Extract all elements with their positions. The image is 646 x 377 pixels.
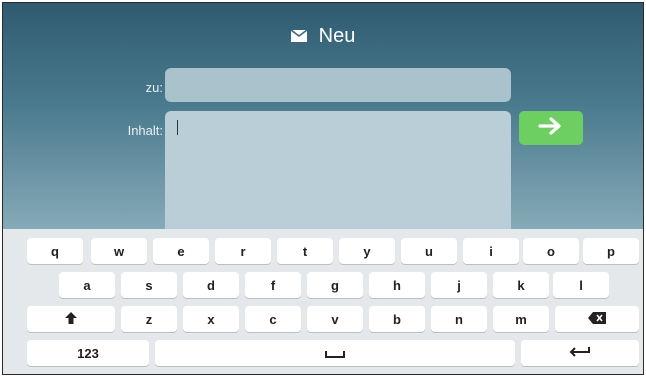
text-caret <box>177 120 178 135</box>
key-u[interactable]: u <box>401 238 457 264</box>
key-r[interactable]: r <box>215 238 271 264</box>
key-c[interactable]: c <box>245 306 301 332</box>
enter-icon <box>569 346 591 361</box>
send-button[interactable] <box>519 111 583 145</box>
backspace-key[interactable] <box>555 306 639 332</box>
key-h[interactable]: h <box>369 272 425 298</box>
envelope-icon <box>290 25 308 48</box>
page-title: Neu <box>3 25 643 48</box>
key-v[interactable]: v <box>307 306 363 332</box>
key-e[interactable]: e <box>153 238 209 264</box>
to-field[interactable] <box>165 68 511 102</box>
key-d[interactable]: d <box>183 272 239 298</box>
key-o[interactable]: o <box>523 238 579 264</box>
key-g[interactable]: g <box>307 272 363 298</box>
key-z[interactable]: z <box>121 306 177 332</box>
numbers-key[interactable]: 123 <box>27 340 149 366</box>
enter-key[interactable] <box>521 340 639 366</box>
key-s[interactable]: s <box>121 272 177 298</box>
key-x[interactable]: x <box>183 306 239 332</box>
key-k[interactable]: k <box>493 272 549 298</box>
key-l[interactable]: l <box>553 272 609 298</box>
key-p[interactable]: p <box>583 238 639 264</box>
space-icon <box>325 346 345 361</box>
key-b[interactable]: b <box>369 306 425 332</box>
onscreen-keyboard: q w e r t y u i o p a s d f g h j k l z … <box>3 229 643 374</box>
key-j[interactable]: j <box>431 272 487 298</box>
key-n[interactable]: n <box>431 306 487 332</box>
key-w[interactable]: w <box>91 238 147 264</box>
content-label: Inhalt: <box>127 123 163 138</box>
shift-icon <box>65 311 77 327</box>
device-frame: Neu zu: Inhalt: q w e r t y u i o p a s … <box>2 2 644 375</box>
key-f[interactable]: f <box>245 272 301 298</box>
compose-screen: Neu zu: Inhalt: <box>3 3 643 241</box>
shift-key[interactable] <box>27 306 115 332</box>
to-label: zu: <box>145 80 163 95</box>
space-key[interactable] <box>155 340 515 366</box>
key-i[interactable]: i <box>463 238 519 264</box>
key-m[interactable]: m <box>493 306 549 332</box>
content-field[interactable] <box>165 111 511 241</box>
backspace-icon <box>588 311 606 327</box>
key-a[interactable]: a <box>59 272 115 298</box>
key-q[interactable]: q <box>27 238 83 264</box>
key-y[interactable]: y <box>339 238 395 264</box>
send-arrow-icon <box>538 116 564 140</box>
key-t[interactable]: t <box>277 238 333 264</box>
title-text: Neu <box>318 25 356 48</box>
